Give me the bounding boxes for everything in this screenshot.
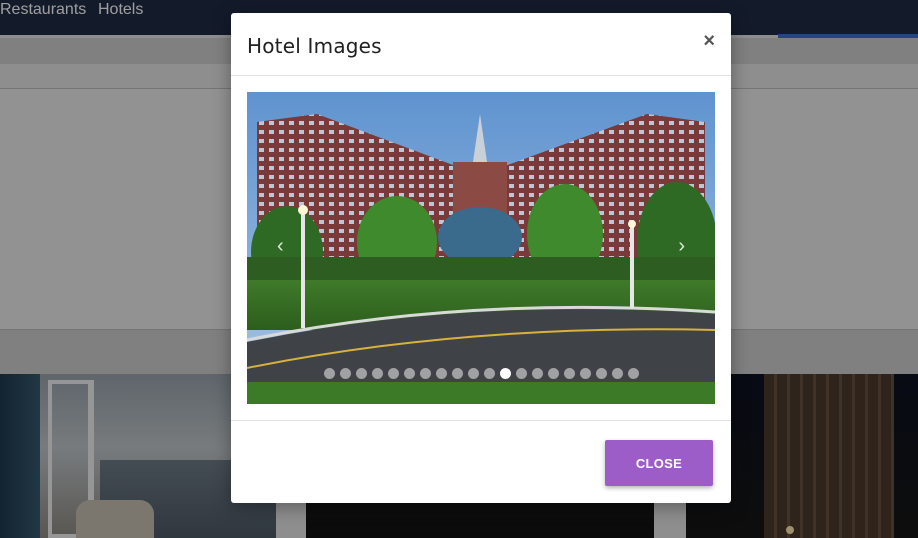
chevron-right-icon[interactable]: › bbox=[678, 235, 685, 258]
hotel-photo bbox=[247, 92, 715, 404]
carousel-indicator-dot[interactable] bbox=[611, 368, 623, 379]
carousel-indicator-dot[interactable] bbox=[435, 368, 447, 379]
hotel-images-modal: Hotel Images × ‹ › CLOSE bbox=[231, 13, 731, 503]
carousel-indicator-dot[interactable] bbox=[579, 368, 591, 379]
carousel-indicator-dot[interactable] bbox=[499, 368, 511, 379]
carousel-indicator-dot[interactable] bbox=[387, 368, 399, 379]
modal-header: Hotel Images × bbox=[231, 13, 731, 76]
chevron-left-icon[interactable]: ‹ bbox=[277, 235, 284, 258]
carousel-indicator-dot[interactable] bbox=[531, 368, 543, 379]
carousel-indicator-dot[interactable] bbox=[595, 368, 607, 379]
carousel-indicator-dot[interactable] bbox=[371, 368, 383, 379]
carousel-indicator-dot[interactable] bbox=[547, 368, 559, 379]
carousel-indicator-dot[interactable] bbox=[467, 368, 479, 379]
carousel-indicator-dot[interactable] bbox=[403, 368, 415, 379]
modal-footer: CLOSE bbox=[231, 420, 731, 503]
close-button[interactable]: CLOSE bbox=[605, 440, 713, 486]
close-icon[interactable]: × bbox=[703, 31, 715, 51]
carousel-indicator-dot[interactable] bbox=[483, 368, 495, 379]
carousel-indicator-dot[interactable] bbox=[355, 368, 367, 379]
carousel-indicators bbox=[247, 368, 715, 379]
carousel-indicator-dot[interactable] bbox=[419, 368, 431, 379]
carousel-indicator-dot[interactable] bbox=[323, 368, 335, 379]
modal-title: Hotel Images bbox=[247, 34, 382, 58]
carousel-indicator-dot[interactable] bbox=[563, 368, 575, 379]
carousel-indicator-dot[interactable] bbox=[627, 368, 639, 379]
carousel-indicator-dot[interactable] bbox=[451, 368, 463, 379]
carousel-indicator-dot[interactable] bbox=[515, 368, 527, 379]
image-carousel[interactable]: ‹ › bbox=[247, 92, 715, 404]
carousel-indicator-dot[interactable] bbox=[339, 368, 351, 379]
